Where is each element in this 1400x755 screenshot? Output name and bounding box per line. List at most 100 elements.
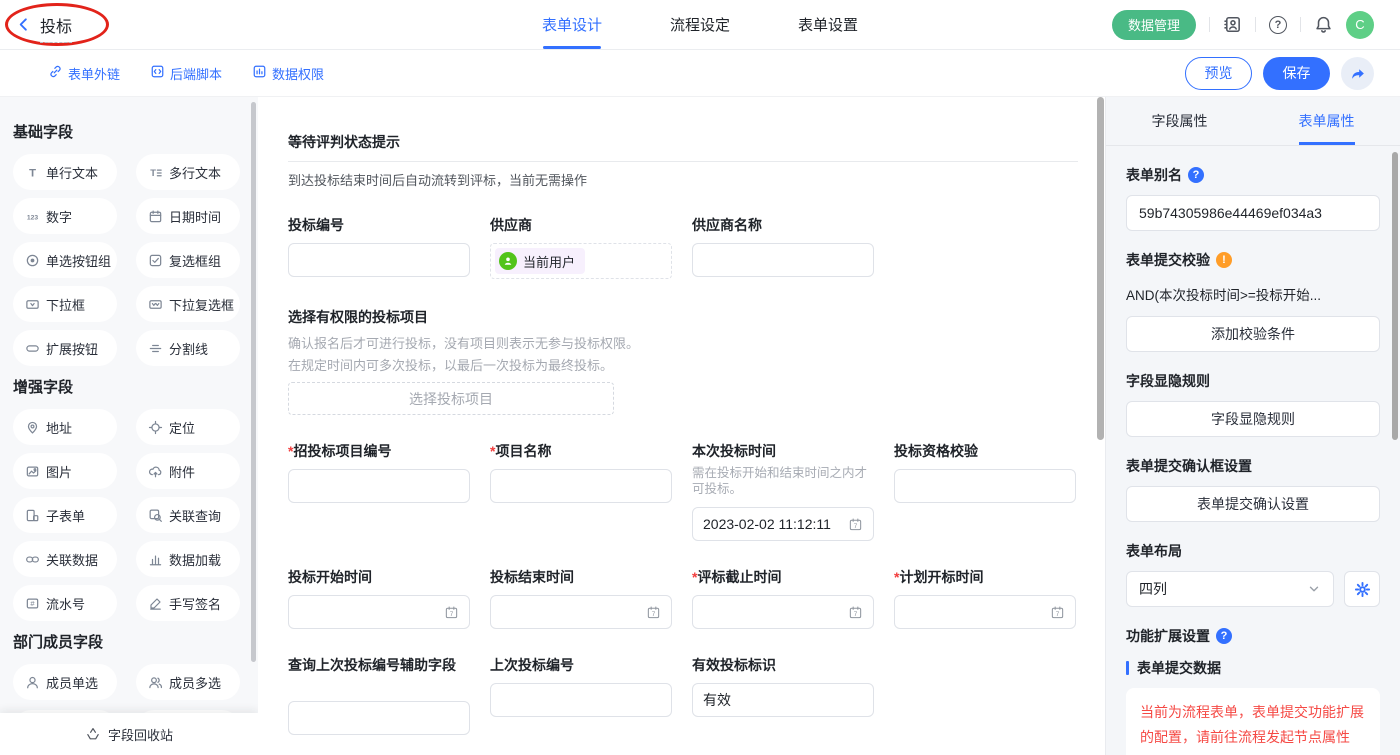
field-label: *评标截止时间 bbox=[692, 569, 874, 585]
datetime-input[interactable]: 7 bbox=[894, 595, 1076, 629]
field-type-member-multi[interactable]: 成员多选 bbox=[136, 664, 240, 700]
form-field[interactable]: *计划开标时间7 bbox=[894, 569, 1076, 629]
form-field[interactable]: *项目名称 bbox=[490, 443, 672, 503]
form-field[interactable]: 投标资格校验 bbox=[894, 443, 1076, 503]
warning-icon[interactable]: ! bbox=[1216, 252, 1232, 268]
contacts-icon[interactable] bbox=[1223, 15, 1242, 34]
field-type-checkbox-group[interactable]: 复选框组 bbox=[136, 242, 240, 278]
question-icon[interactable]: ? bbox=[1216, 628, 1232, 644]
text-input[interactable]: 有效 bbox=[692, 683, 874, 717]
datetime-input[interactable]: 7 bbox=[490, 595, 672, 629]
field-type-radio-group[interactable]: 单选按钮组 bbox=[13, 242, 117, 278]
field-type-subform[interactable]: 子表单 bbox=[13, 497, 117, 533]
field-type-label: 附件 bbox=[169, 462, 195, 481]
chevron-down-icon bbox=[1307, 582, 1321, 596]
visibility-rules-button[interactable]: 字段显隐规则 bbox=[1126, 401, 1380, 437]
field-type-label: 成员多选 bbox=[169, 673, 221, 692]
project-select-field[interactable]: 选择有权限的投标项目确认报名后才可进行投标，没有项目则表示无参与投标权限。在规定… bbox=[288, 307, 1078, 415]
field-type-member-single[interactable]: 成员单选 bbox=[13, 664, 117, 700]
multi-select-icon bbox=[148, 297, 163, 312]
form-field[interactable]: 本次投标时间需在投标开始和结束时间之内才可投标。2023-02-02 11:12… bbox=[692, 443, 874, 541]
text-input[interactable] bbox=[288, 243, 470, 277]
form-field[interactable]: 投标开始时间7 bbox=[288, 569, 470, 629]
field-type-image[interactable]: 图片 bbox=[13, 453, 117, 489]
form-field[interactable]: *招投标项目编号 bbox=[288, 443, 470, 503]
field-type-location[interactable]: 定位 bbox=[136, 409, 240, 445]
form-field[interactable]: 上次投标编号 bbox=[490, 657, 672, 717]
save-button[interactable]: 保存 bbox=[1263, 57, 1330, 90]
text-input[interactable] bbox=[288, 701, 470, 735]
text-input[interactable] bbox=[692, 243, 874, 277]
member-field-input[interactable]: 当前用户 bbox=[490, 243, 672, 279]
help-icon[interactable]: ? bbox=[1269, 16, 1287, 34]
field-type-signature[interactable]: 手写签名 bbox=[136, 585, 240, 621]
form-field[interactable]: *评标截止时间 7 bbox=[692, 569, 874, 629]
layout-select[interactable]: 四列 bbox=[1126, 571, 1334, 607]
form-field[interactable]: 投标结束时间7 bbox=[490, 569, 672, 629]
avatar[interactable]: C bbox=[1346, 11, 1374, 39]
toolbar-link-link[interactable]: 表单外链 bbox=[48, 64, 120, 83]
sidebar: 基础字段T单行文本T多行文本123数字日期时间单选按钮组复选框组下拉框下拉复选框… bbox=[0, 97, 258, 755]
form-field[interactable]: 供应商当前用户 bbox=[490, 217, 672, 279]
field-type-multi-select[interactable]: 下拉复选框 bbox=[136, 286, 240, 322]
panel-tabs: 字段属性 表单属性 bbox=[1106, 97, 1400, 146]
field-label-text: 供应商名称 bbox=[692, 217, 762, 233]
svg-text:7: 7 bbox=[854, 610, 858, 617]
tab-form-properties[interactable]: 表单属性 bbox=[1253, 97, 1400, 145]
form-alias-input[interactable]: 59b74305986e44469ef034a3 bbox=[1126, 195, 1380, 231]
section-bar bbox=[1126, 661, 1129, 675]
text-input[interactable] bbox=[490, 683, 672, 717]
back-button[interactable]: 投标 bbox=[16, 13, 72, 37]
form-field[interactable]: 查询上次投标编号辅助字段 bbox=[288, 657, 470, 735]
field-type-label: 定位 bbox=[169, 418, 195, 437]
field-type-text-single[interactable]: T单行文本 bbox=[13, 154, 117, 190]
group-title: 选择有权限的投标项目 bbox=[288, 307, 1078, 327]
field-type-address[interactable]: 地址 bbox=[13, 409, 117, 445]
field-type-serial-number[interactable]: #流水号 bbox=[13, 585, 117, 621]
canvas-scrollbar[interactable] bbox=[1097, 97, 1104, 440]
text-input[interactable] bbox=[894, 469, 1076, 503]
field-type-number[interactable]: 123数字 bbox=[13, 198, 117, 234]
preview-button[interactable]: 预览 bbox=[1185, 57, 1252, 90]
form-field[interactable]: 投标编号 bbox=[288, 217, 470, 277]
form-divider-section[interactable]: 等待评判状态提示到达投标结束时间后自动流转到评标，当前无需操作 bbox=[288, 132, 1105, 189]
tab-field-properties[interactable]: 字段属性 bbox=[1106, 97, 1253, 145]
data-manage-button[interactable]: 数据管理 bbox=[1112, 10, 1196, 40]
datetime-input[interactable]: 7 bbox=[288, 595, 470, 629]
header-tab-1[interactable]: 表单设计 bbox=[542, 0, 602, 49]
field-type-label: 单选按钮组 bbox=[46, 251, 111, 270]
toolbar-link-script[interactable]: 后端脚本 bbox=[150, 64, 222, 83]
form-field[interactable]: 供应商名称 bbox=[692, 217, 874, 277]
field-type-relation-data[interactable]: 关联数据 bbox=[13, 541, 117, 577]
sidebar-scrollbar[interactable] bbox=[251, 102, 256, 662]
bell-icon[interactable] bbox=[1314, 15, 1333, 34]
select-bid-project-button[interactable]: 选择投标项目 bbox=[288, 382, 614, 415]
toolbar-link-label: 表单外链 bbox=[68, 64, 120, 83]
add-validation-button[interactable]: 添加校验条件 bbox=[1126, 316, 1380, 352]
field-type-select[interactable]: 下拉框 bbox=[13, 286, 117, 322]
divider-title: 等待评判状态提示 bbox=[288, 132, 1105, 152]
field-type-relation-query[interactable]: 关联查询 bbox=[136, 497, 240, 533]
field-type-data-load[interactable]: 数据加载 bbox=[136, 541, 240, 577]
datetime-input[interactable]: 2023-02-02 11:12:117 bbox=[692, 507, 874, 541]
field-type-attachment[interactable]: 附件 bbox=[136, 453, 240, 489]
form-field[interactable]: 有效投标标识有效 bbox=[692, 657, 874, 717]
toolbar-link-permission[interactable]: 数据权限 bbox=[252, 64, 324, 83]
text-input[interactable] bbox=[288, 469, 470, 503]
field-type-extend-button[interactable]: 扩展按钮 bbox=[13, 330, 117, 366]
header-tab-3[interactable]: 表单设置 bbox=[798, 0, 858, 49]
text-input[interactable] bbox=[490, 469, 672, 503]
share-button[interactable] bbox=[1341, 57, 1374, 90]
question-icon[interactable]: ? bbox=[1188, 167, 1204, 183]
submit-confirm-button[interactable]: 表单提交确认设置 bbox=[1126, 486, 1380, 522]
field-type-text-multi[interactable]: T多行文本 bbox=[136, 154, 240, 190]
datetime-input[interactable]: 7 bbox=[692, 595, 874, 629]
divider-line bbox=[288, 161, 1078, 162]
field-type-datetime[interactable]: 日期时间 bbox=[136, 198, 240, 234]
field-recycle-bin[interactable]: 字段回收站 bbox=[0, 713, 258, 755]
layout-settings-button[interactable] bbox=[1344, 571, 1380, 607]
app-header: 投标 表单设计 流程设定 表单设置 数据管理 ? C bbox=[0, 0, 1400, 50]
header-tab-2[interactable]: 流程设定 bbox=[670, 0, 730, 49]
panel-scrollbar[interactable] bbox=[1392, 152, 1398, 440]
field-type-divider-line[interactable]: 分割线 bbox=[136, 330, 240, 366]
